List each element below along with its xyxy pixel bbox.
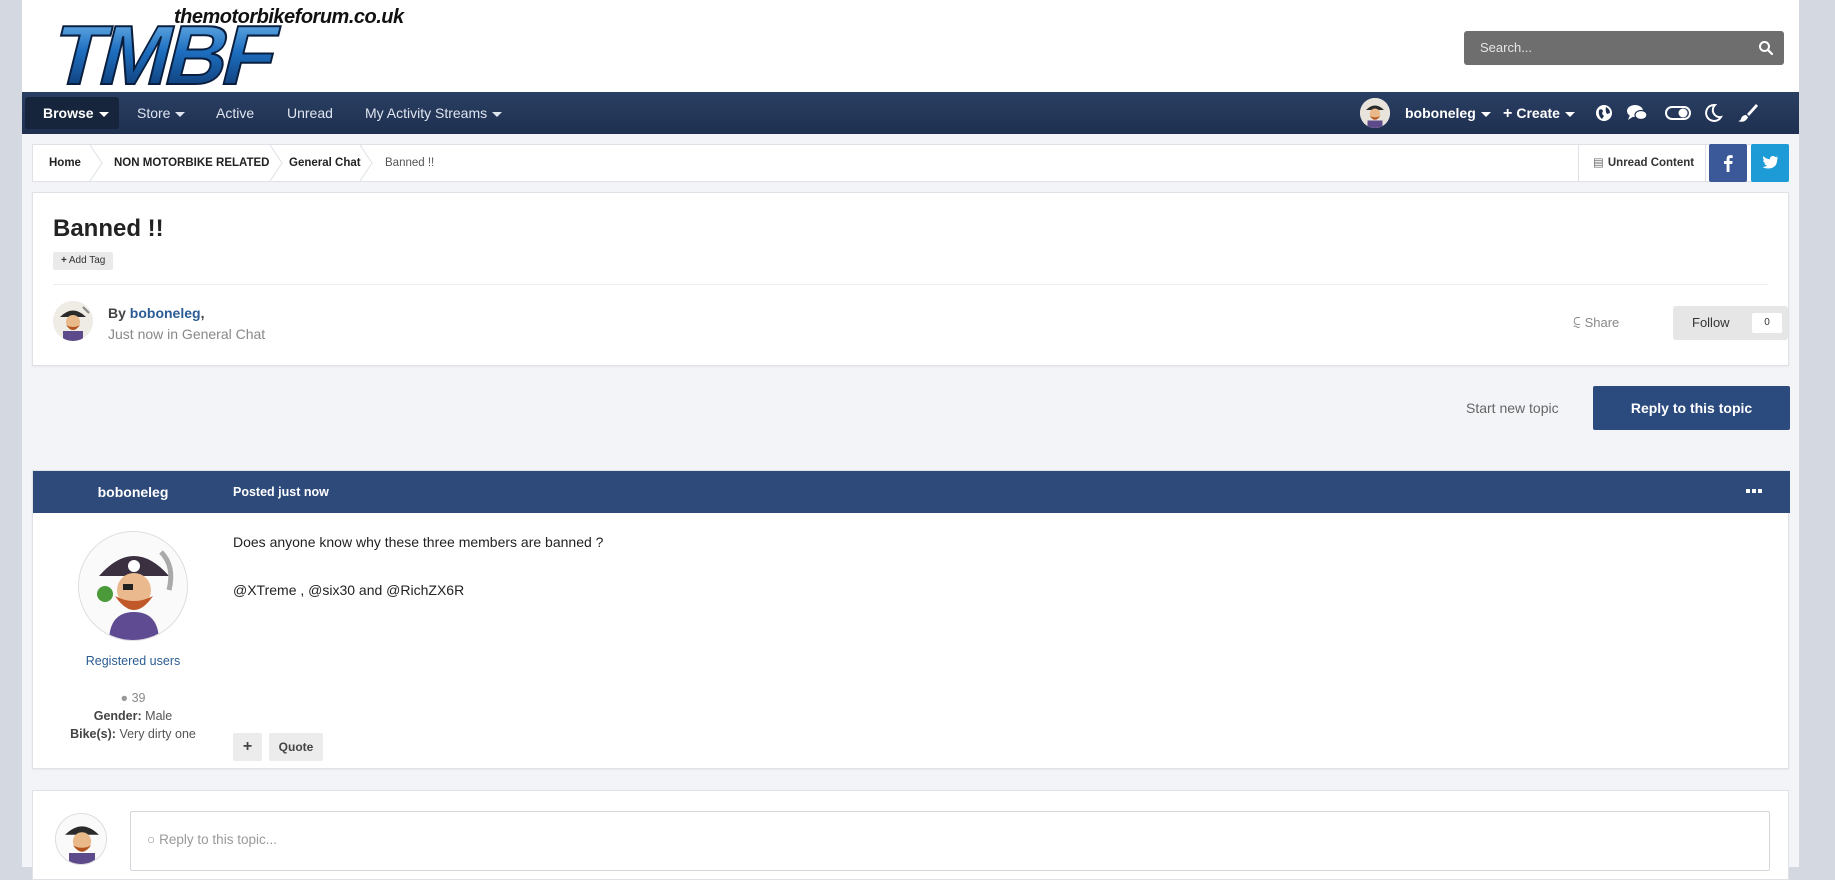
follow-button[interactable]: Follow 0 — [1673, 306, 1788, 340]
pirate-avatar-icon — [1360, 98, 1390, 128]
unread-content-link[interactable]: ▤ Unread Content — [1578, 144, 1706, 182]
breadcrumb-home[interactable]: Home — [49, 145, 81, 181]
site-header: TMBF themotorbikeforum.co.uk Search... — [22, 0, 1799, 104]
post: boboneleg Posted just now Registered use… — [32, 470, 1790, 769]
nav-active[interactable]: Active — [216, 92, 254, 134]
breadcrumb-current: Banned !! — [385, 157, 435, 169]
gender-field: Gender: Male — [93, 709, 173, 723]
post-count: ● 39 — [120, 691, 146, 705]
toggle-icon[interactable] — [1665, 103, 1691, 123]
comment-icon: ● — [120, 691, 132, 705]
chevron-down-icon — [1480, 111, 1491, 117]
nav-store[interactable]: Store — [137, 92, 186, 134]
moon-icon[interactable] — [1702, 103, 1724, 123]
nav-activity-streams[interactable]: My Activity Streams — [365, 92, 503, 134]
follower-count: 0 — [1752, 313, 1782, 333]
bikes-field: Bike(s): Very dirty one — [70, 727, 196, 741]
user-group[interactable]: Registered users — [33, 654, 233, 668]
post-date[interactable]: Posted just now — [233, 471, 329, 513]
globe-icon[interactable] — [1593, 103, 1615, 123]
plus-icon: + — [242, 738, 253, 755]
newspaper-icon: ▤ — [1593, 157, 1604, 169]
author-link[interactable]: boboneleg — [130, 305, 201, 321]
post-author-name[interactable]: boboneleg — [33, 471, 233, 513]
share-icon: ⫇ — [1573, 315, 1581, 330]
post-body-line-2: @XTreme , @six30 and @RichZX6R — [233, 582, 465, 598]
add-tag-button[interactable]: + Add Tag — [53, 252, 114, 270]
pirate-avatar-icon — [53, 301, 93, 341]
breadcrumb-non-motorbike[interactable]: NON MOTORBIKE RELATED — [114, 145, 269, 181]
comment-icon: ○ — [147, 832, 156, 847]
post-body-line-1: Does anyone know why these three members… — [233, 534, 604, 550]
breadcrumb-general-chat[interactable]: General Chat — [289, 145, 361, 181]
twitter-share-button[interactable] — [1751, 144, 1789, 182]
author-avatar[interactable] — [53, 301, 93, 341]
facebook-icon — [1724, 155, 1733, 172]
plus-icon: + — [1503, 105, 1513, 122]
breadcrumb-separator-icon — [89, 145, 103, 181]
user-avatar[interactable] — [1360, 98, 1390, 128]
user-menu[interactable]: boboneleg — [1405, 92, 1491, 134]
twitter-icon — [1762, 156, 1778, 169]
search-input[interactable]: Search... — [1464, 31, 1784, 65]
pirate-avatar-icon — [79, 532, 187, 640]
search-placeholder: Search... — [1480, 40, 1533, 55]
post-header: boboneleg Posted just now — [33, 471, 1790, 513]
multiquote-button[interactable]: + — [233, 733, 262, 761]
page: TMBF themotorbikeforum.co.uk Search... B… — [22, 0, 1799, 880]
chevron-down-icon — [1564, 111, 1575, 117]
page-title: Banned !! — [53, 215, 164, 242]
chevron-down-icon — [98, 111, 109, 117]
nav-unread[interactable]: Unread — [287, 92, 333, 134]
create-menu[interactable]: + Create — [1503, 92, 1575, 134]
brush-icon[interactable] — [1737, 103, 1759, 123]
reply-placeholder: ○ Reply to this topic... — [147, 832, 277, 847]
chat-icon[interactable] — [1626, 103, 1648, 123]
search-icon[interactable] — [1758, 40, 1774, 56]
post-author-avatar[interactable] — [78, 531, 188, 641]
divider — [53, 284, 1768, 285]
site-logo[interactable]: TMBF themotorbikeforum.co.uk — [42, 4, 448, 104]
quote-button[interactable]: Quote — [269, 733, 323, 761]
plus-icon: + — [61, 255, 67, 266]
nav-browse[interactable]: Browse — [43, 92, 109, 134]
follow-label: Follow — [1692, 315, 1730, 330]
breadcrumb: Home NON MOTORBIKE RELATED General Chat … — [32, 144, 1789, 182]
start-new-topic-link[interactable]: Start new topic — [1466, 400, 1559, 416]
facebook-share-button[interactable] — [1709, 144, 1747, 182]
topic-posted-info: Just now in General Chat — [108, 326, 266, 342]
breadcrumb-separator-icon — [269, 145, 283, 181]
share-button[interactable]: ⫇ Share — [1573, 315, 1619, 331]
reply-avatar — [55, 813, 107, 865]
reply-editor-input[interactable]: ○ Reply to this topic... — [130, 811, 1770, 871]
topic-header: Banned !! + Add Tag By boboneleg, Just no… — [32, 192, 1789, 366]
logo-site-text: themotorbikeforum.co.uk — [174, 6, 404, 28]
main-nav: Browse Store Active Unread My Activity S… — [22, 92, 1799, 134]
chevron-down-icon — [175, 111, 186, 117]
reply-to-topic-button[interactable]: Reply to this topic — [1593, 386, 1790, 430]
breadcrumb-separator-icon — [359, 145, 373, 181]
more-options-icon[interactable] — [1746, 487, 1762, 495]
chevron-down-icon — [492, 111, 503, 117]
topic-byline: By boboneleg, — [108, 305, 205, 321]
pirate-avatar-icon — [56, 814, 106, 864]
